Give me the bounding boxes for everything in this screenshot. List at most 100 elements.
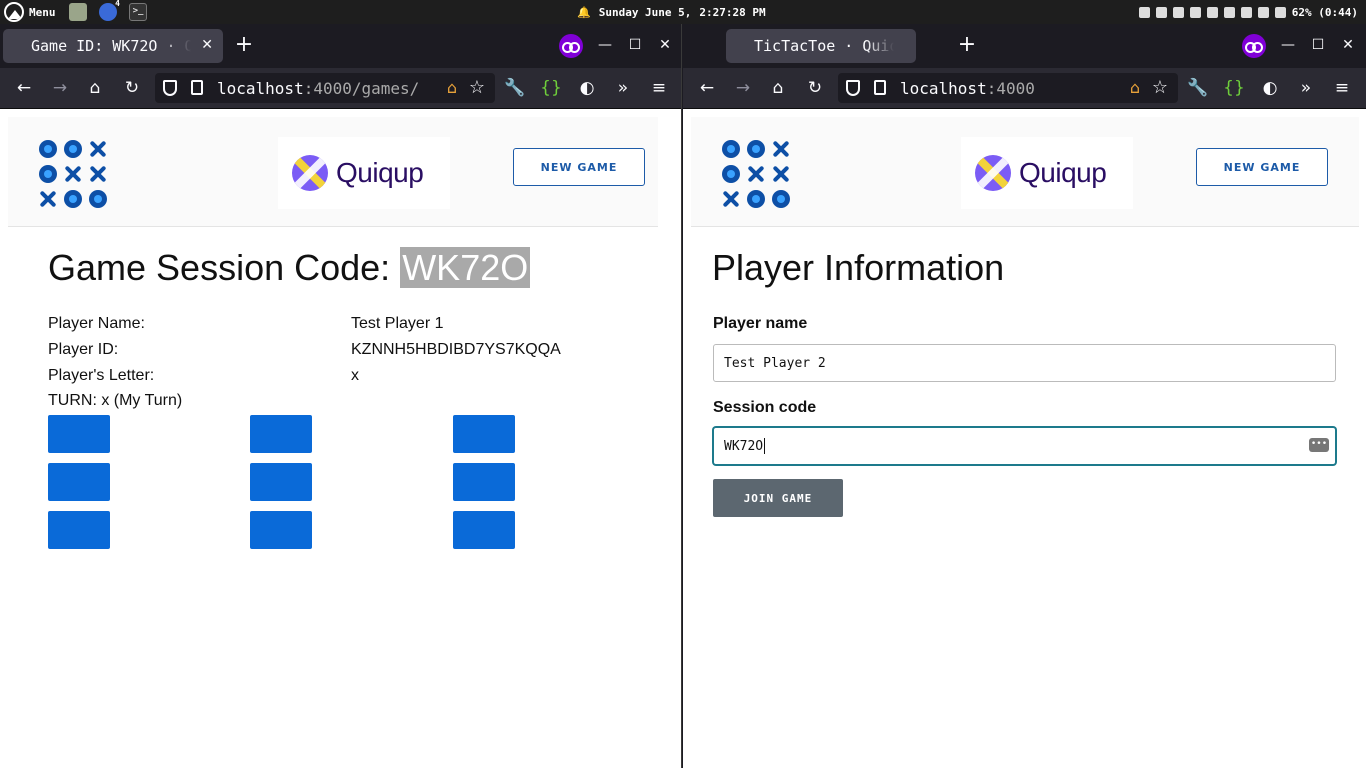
- board-cell-6[interactable]: [453, 463, 515, 501]
- menu-button[interactable]: Menu: [4, 2, 56, 22]
- o-icon: [63, 189, 83, 209]
- player-letter-value: x: [351, 367, 359, 384]
- json-extension-icon[interactable]: {}: [539, 76, 563, 100]
- reload-icon[interactable]: ↻: [803, 76, 827, 100]
- tools-icon[interactable]: [1206, 6, 1218, 18]
- page-info-icon[interactable]: [874, 80, 886, 95]
- url-path: :4000/games/: [303, 78, 420, 98]
- board-cell-7[interactable]: [48, 511, 110, 549]
- close-window-icon[interactable]: ✕: [654, 34, 676, 56]
- board-cell-8[interactable]: [250, 511, 312, 549]
- reload-icon[interactable]: ↻: [120, 76, 144, 100]
- url-path: :4000: [986, 78, 1035, 98]
- site-header: Quiqup NEW GAME: [691, 117, 1359, 227]
- player-name-value: Test Player 2: [724, 355, 826, 371]
- wrench-icon[interactable]: 🔧: [1186, 76, 1210, 100]
- session-code-label: Session code: [713, 399, 817, 416]
- o-icon: [721, 164, 741, 184]
- system-tray: 62% (0:44): [1138, 0, 1358, 24]
- tracking-shield-icon[interactable]: [846, 80, 860, 96]
- page-info-icon[interactable]: [191, 80, 203, 95]
- home-icon[interactable]: ⌂: [83, 76, 107, 100]
- private-browsing-icon: [559, 34, 583, 58]
- player-name-field[interactable]: Test Player 2: [713, 344, 1336, 382]
- url-host: localhost: [900, 78, 987, 98]
- battery-icon[interactable]: [1274, 6, 1286, 18]
- overflow-icon[interactable]: »: [611, 76, 635, 100]
- session-code-field[interactable]: WK72O •••: [713, 427, 1336, 465]
- forward-icon[interactable]: →: [48, 76, 72, 100]
- session-code: WK72O: [400, 247, 531, 288]
- maximize-icon[interactable]: ☐: [1307, 34, 1329, 56]
- wrench-icon[interactable]: 🔧: [503, 76, 527, 100]
- back-icon[interactable]: ←: [695, 76, 719, 100]
- display-icon[interactable]: [1257, 6, 1269, 18]
- bell-icon: 🔔: [577, 5, 591, 19]
- o-icon: [88, 189, 108, 209]
- app-menu-icon[interactable]: ≡: [1330, 76, 1354, 100]
- tab-close-icon[interactable]: ✕: [201, 37, 213, 53]
- x-icon: [88, 139, 108, 159]
- home-icon[interactable]: ⌂: [766, 76, 790, 100]
- tab-bar: TicTacToe · Quiqup + — ☐ ✕: [683, 24, 1366, 68]
- menu-logo-icon: [4, 2, 24, 22]
- extension-icon[interactable]: ◐: [575, 76, 599, 100]
- maximize-icon[interactable]: ☐: [624, 34, 646, 56]
- tracking-shield-icon[interactable]: [163, 80, 177, 96]
- player-id-label: Player ID:: [48, 341, 119, 358]
- board-cell-3[interactable]: [453, 415, 515, 453]
- url-host: localhost: [217, 78, 304, 98]
- files-launcher-icon[interactable]: [69, 3, 87, 21]
- board-cell-5[interactable]: [250, 463, 312, 501]
- clock[interactable]: 🔔 Sunday June 5, 2:27:28 PM: [577, 0, 766, 24]
- clock-time: 2:27:28 PM: [699, 5, 766, 19]
- new-tab-icon[interactable]: +: [955, 33, 979, 57]
- x-icon: [771, 164, 791, 184]
- minimize-icon[interactable]: —: [594, 34, 616, 56]
- o-icon: [63, 139, 83, 159]
- url-bar[interactable]: localhost:4000 ⌂ ☆: [838, 73, 1178, 103]
- page-title: Game Session Code: WK72O: [48, 247, 531, 289]
- new-game-button[interactable]: NEW GAME: [1196, 148, 1328, 186]
- menu-label: Menu: [29, 5, 56, 19]
- url-bar[interactable]: localhost:4000/games/ ⌂ ☆: [155, 73, 495, 103]
- homepage-icon[interactable]: ⌂: [1130, 78, 1140, 97]
- o-icon: [721, 139, 741, 159]
- back-icon[interactable]: ←: [12, 76, 36, 100]
- bookmark-star-icon[interactable]: ☆: [1152, 77, 1168, 98]
- app-menu-icon[interactable]: ≡: [647, 76, 671, 100]
- overflow-icon[interactable]: »: [1294, 76, 1318, 100]
- firefox-launcher-icon[interactable]: 4: [99, 0, 120, 21]
- new-tab-icon[interactable]: +: [232, 33, 256, 57]
- brand-name: Quiqup: [336, 157, 424, 188]
- json-extension-icon[interactable]: {}: [1222, 76, 1246, 100]
- board-cell-1[interactable]: [48, 415, 110, 453]
- bluetooth-icon[interactable]: [1189, 6, 1201, 18]
- camera-icon[interactable]: [1138, 6, 1150, 18]
- homepage-icon[interactable]: ⌂: [447, 78, 457, 97]
- text-caret: [764, 438, 766, 454]
- wifi-icon[interactable]: [1240, 6, 1252, 18]
- board-cell-2[interactable]: [250, 415, 312, 453]
- vpn-icon[interactable]: [1172, 6, 1184, 18]
- bookmark-star-icon[interactable]: ☆: [469, 77, 485, 98]
- new-game-button[interactable]: NEW GAME: [513, 148, 645, 186]
- volume-icon[interactable]: [1223, 6, 1235, 18]
- firefox-window-count: 4: [115, 0, 120, 8]
- clipboard-icon[interactable]: [1155, 6, 1167, 18]
- minimize-icon[interactable]: —: [1277, 34, 1299, 56]
- quiqup-mark-icon: [975, 155, 1011, 191]
- browser-window-right: TicTacToe · Quiqup + — ☐ ✕ ← → ⌂ ↻ local…: [683, 24, 1366, 768]
- close-window-icon[interactable]: ✕: [1337, 34, 1359, 56]
- board-cell-9[interactable]: [453, 511, 515, 549]
- terminal-launcher-icon[interactable]: >_: [129, 3, 147, 21]
- extension-icon[interactable]: ◐: [1258, 76, 1282, 100]
- board-cell-4[interactable]: [48, 463, 110, 501]
- join-game-button[interactable]: JOIN GAME: [713, 479, 843, 517]
- tab-bar: Game ID: WK72O · Quiqup ✕ + — ☐ ✕: [0, 24, 681, 68]
- tab-game[interactable]: Game ID: WK72O · Quiqup ✕: [3, 29, 223, 63]
- autofill-bubble-icon[interactable]: •••: [1309, 438, 1329, 452]
- private-browsing-icon: [1242, 34, 1266, 58]
- tab-tictactoe[interactable]: TicTacToe · Quiqup: [726, 29, 916, 63]
- forward-icon[interactable]: →: [731, 76, 755, 100]
